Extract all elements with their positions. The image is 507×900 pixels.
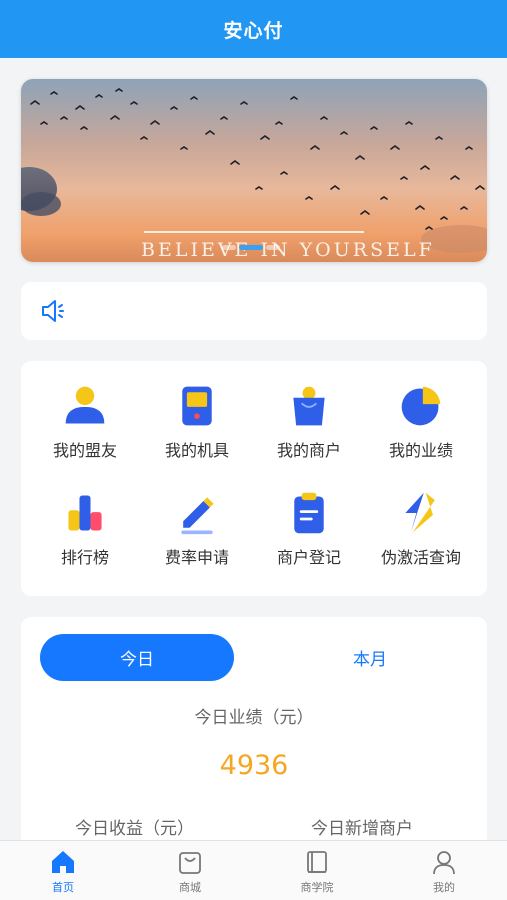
tab-label: 我的 bbox=[433, 881, 455, 894]
stats-panel: 今日 本月 今日业绩（元） 4936 今日收益（元） 今日新增商户 bbox=[21, 617, 487, 857]
clipboard-icon bbox=[294, 492, 324, 534]
menu-item-label: 商户登记 bbox=[276, 548, 341, 567]
shop-bag-icon bbox=[293, 386, 325, 426]
tab-academy[interactable]: 商学院 bbox=[254, 841, 380, 900]
menu-item-performance[interactable]: 我的业绩 bbox=[363, 361, 479, 461]
function-menu: 我的盟友 我的机具 我的商户 我的业绩 排行榜 费率申请 商户登记 伪激活查询 bbox=[21, 361, 487, 596]
menu-item-rate-apply[interactable]: 费率申请 bbox=[139, 468, 255, 568]
carousel-dot-active[interactable] bbox=[239, 245, 263, 250]
profile-icon bbox=[433, 851, 455, 875]
user-icon bbox=[65, 386, 105, 424]
book-icon bbox=[307, 851, 327, 873]
tab-label: 首页 bbox=[52, 881, 74, 894]
tab-home[interactable]: 首页 bbox=[0, 841, 126, 900]
tab-mall[interactable]: 商城 bbox=[127, 841, 253, 900]
banner-divider bbox=[144, 231, 364, 233]
menu-item-label: 我的盟友 bbox=[52, 441, 117, 460]
top-bar: 安心付 bbox=[0, 0, 507, 58]
banner-carousel[interactable]: BELIEVE IN YOURSELF bbox=[21, 79, 487, 262]
carousel-indicator[interactable] bbox=[222, 245, 280, 250]
lightning-icon bbox=[405, 492, 435, 533]
menu-item-label: 我的机具 bbox=[164, 441, 229, 460]
tab-today[interactable]: 今日 bbox=[40, 634, 234, 681]
menu-item-merchants[interactable]: 我的商户 bbox=[251, 361, 367, 461]
performance-label: 今日业绩（元） bbox=[194, 708, 314, 728]
menu-item-label: 费率申请 bbox=[164, 548, 229, 567]
pencil-icon bbox=[181, 497, 214, 535]
performance-value: 4936 bbox=[219, 750, 289, 781]
tab-mine[interactable]: 我的 bbox=[381, 841, 507, 900]
menu-item-label: 我的商户 bbox=[276, 441, 341, 460]
banner-text: BELIEVE IN YOURSELF bbox=[141, 239, 435, 261]
tab-this-month[interactable]: 本月 bbox=[273, 634, 467, 681]
menu-item-label: 伪激活查询 bbox=[380, 548, 461, 567]
speaker-icon bbox=[42, 300, 64, 322]
menu-item-fake-activation[interactable]: 伪激活查询 bbox=[363, 468, 479, 568]
tab-label: 商城 bbox=[179, 881, 201, 894]
menu-item-label: 排行榜 bbox=[60, 548, 109, 567]
notice-bar[interactable] bbox=[21, 282, 487, 340]
new-merchants-label: 今日新增商户 bbox=[311, 819, 413, 839]
carousel-dot[interactable] bbox=[222, 245, 236, 250]
menu-item-devices[interactable]: 我的机具 bbox=[139, 361, 255, 461]
page-title: 安心付 bbox=[223, 19, 284, 42]
menu-item-allies[interactable]: 我的盟友 bbox=[27, 361, 143, 461]
menu-item-ranking[interactable]: 排行榜 bbox=[27, 468, 143, 568]
ranking-bars-icon bbox=[68, 495, 102, 531]
menu-item-label: 我的业绩 bbox=[388, 441, 453, 460]
bottom-tab-bar: 首页 商城 商学院 我的 bbox=[0, 840, 507, 900]
pie-chart-icon bbox=[401, 386, 441, 426]
tab-label: 商学院 bbox=[300, 881, 334, 894]
home-icon bbox=[52, 851, 74, 873]
income-label: 今日收益（元） bbox=[75, 819, 194, 839]
carousel-dot[interactable] bbox=[266, 245, 280, 250]
birds-illustration bbox=[21, 88, 487, 253]
menu-item-merchant-register[interactable]: 商户登记 bbox=[251, 468, 367, 568]
pos-device-icon bbox=[182, 386, 212, 426]
shopping-bag-icon bbox=[179, 852, 201, 874]
